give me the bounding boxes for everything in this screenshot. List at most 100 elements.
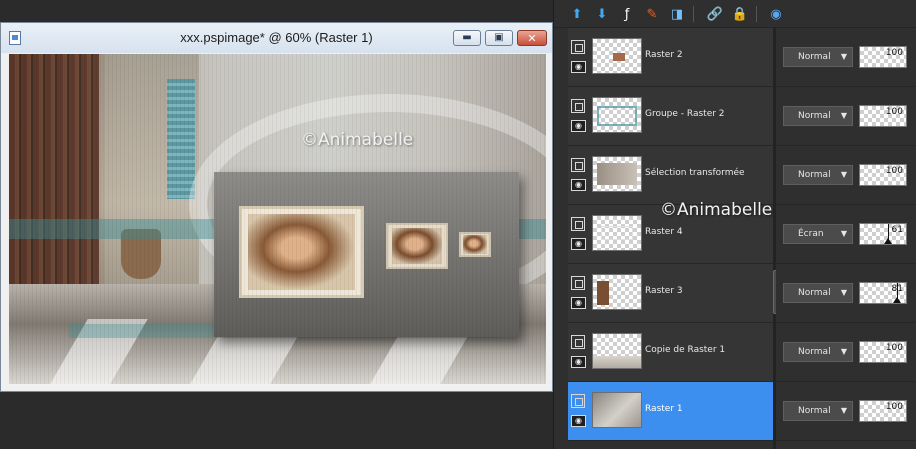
- brush-eraser-icon: ✎: [646, 6, 658, 22]
- layer-thumbnail: [592, 97, 642, 133]
- layer-name: Groupe - Raster 2: [645, 109, 725, 119]
- layer-list: ◉ Raster 2 ◉ Groupe - Raster 2 ◉ Sélection tr…: [568, 28, 774, 449]
- opacity-value: 100: [885, 166, 903, 176]
- toolbar-tool-5[interactable]: 🔗: [706, 5, 724, 23]
- layer-row[interactable]: ◉ Groupe - Raster 2: [568, 87, 774, 146]
- layers-toolbar: ⬆ ⬇ ƒ ✎ ◨ 🔗 🔒 ◉: [554, 0, 916, 28]
- layer-type-icon[interactable]: [571, 217, 585, 231]
- blend-mode-dropdown[interactable]: Écran ▼: [783, 224, 853, 244]
- eye-icon[interactable]: ◉: [571, 356, 586, 368]
- layer-row[interactable]: ◉ Raster 2: [568, 28, 774, 87]
- toolbar-tool-2[interactable]: ƒ: [618, 5, 636, 23]
- maximize-icon: ▣: [494, 32, 504, 43]
- workspace-background: [0, 392, 553, 449]
- screen: xxx.pspimage* @ 60% (Raster 1) ▬ ▣ ✕ ©An…: [0, 0, 916, 449]
- thumb-mark: [597, 106, 637, 126]
- layer-name: Raster 1: [645, 404, 683, 414]
- layer-thumbnail: [592, 38, 642, 74]
- chevron-down-icon: ▼: [840, 288, 847, 297]
- opacity-value: 81: [891, 284, 903, 294]
- toolbar-separator: [756, 6, 757, 22]
- layer-properties-row: Normal ▼ 100: [776, 87, 916, 146]
- blend-mode-label: Normal: [798, 111, 831, 121]
- blend-mode-label: Normal: [798, 170, 831, 180]
- layer-row[interactable]: ◉ Copie de Raster 1: [568, 323, 774, 382]
- eye-icon[interactable]: ◉: [571, 179, 586, 191]
- thumb-mark: [593, 356, 641, 368]
- opacity-value: 100: [885, 107, 903, 117]
- image-canvas[interactable]: ©Animabelle: [9, 54, 546, 384]
- layer-properties-column: Normal ▼ 100 Normal ▼ 100 Normal ▼ 100 Écran ▼ 61 No…: [776, 28, 916, 449]
- eye-icon[interactable]: ◉: [571, 120, 586, 132]
- opacity-slider[interactable]: 61: [859, 223, 907, 245]
- blend-mode-dropdown[interactable]: Normal ▼: [783, 342, 853, 362]
- layer-type-icon[interactable]: [571, 40, 585, 54]
- chevron-down-icon: ▼: [840, 111, 847, 120]
- thumb-mark: [597, 163, 637, 185]
- layer-type-icon[interactable]: [571, 99, 585, 113]
- layer-type-icon[interactable]: [571, 276, 585, 290]
- link-icon: 🔗: [706, 6, 724, 22]
- layer-name: Sélection transformée: [645, 168, 745, 178]
- toolbar-tool-4[interactable]: ◨: [668, 5, 686, 23]
- opacity-value: 61: [891, 225, 903, 235]
- close-button[interactable]: ✕: [517, 30, 547, 46]
- blend-mode-dropdown[interactable]: Normal ▼: [783, 165, 853, 185]
- eye-icon[interactable]: ◉: [571, 415, 586, 427]
- toolbar-tool-1[interactable]: ⬇: [593, 5, 611, 23]
- layer-type-icon[interactable]: [571, 394, 585, 408]
- opacity-slider[interactable]: 100: [859, 164, 907, 186]
- layer-thumbnail: [592, 215, 642, 251]
- eye-icon[interactable]: ◉: [571, 61, 586, 73]
- minimize-button[interactable]: ▬: [453, 30, 481, 46]
- toolbar-tool-6[interactable]: 🔒: [731, 5, 749, 23]
- blend-mode-dropdown[interactable]: Normal ▼: [783, 283, 853, 303]
- toolbar-tool-3[interactable]: ✎: [643, 5, 661, 23]
- blend-mode-label: Normal: [798, 52, 831, 62]
- opacity-value: 100: [885, 48, 903, 58]
- layer-properties-row: Normal ▼ 100: [776, 28, 916, 87]
- opacity-slider[interactable]: 100: [859, 400, 907, 422]
- blend-mode-dropdown[interactable]: Normal ▼: [783, 106, 853, 126]
- opacity-slider[interactable]: 100: [859, 341, 907, 363]
- layer-name: Raster 4: [645, 227, 683, 237]
- chevron-down-icon: ▼: [840, 406, 847, 415]
- toolbar-tool-7[interactable]: ◉: [767, 5, 785, 23]
- chevron-down-icon: ▼: [840, 347, 847, 356]
- opacity-value: 100: [885, 343, 903, 353]
- opacity-value: 100: [885, 402, 903, 412]
- lock-icon: 🔒: [731, 6, 749, 22]
- window-titlebar[interactable]: xxx.pspimage* @ 60% (Raster 1) ▬ ▣ ✕: [1, 23, 552, 53]
- maximize-button[interactable]: ▣: [485, 30, 513, 46]
- layer-row[interactable]: ◉ Sélection transformée: [568, 146, 774, 205]
- canvas-stripe-overlay: [9, 54, 546, 384]
- layer-properties-row: Normal ▼ 100: [776, 382, 916, 441]
- panel-watermark: ©Animabelle: [660, 200, 773, 220]
- layer-type-icon[interactable]: [571, 158, 585, 172]
- layer-name: Raster 2: [645, 50, 683, 60]
- opacity-slider[interactable]: 100: [859, 105, 907, 127]
- layers-panel: ⬆ ⬇ ƒ ✎ ◨ 🔗 🔒 ◉ ◉ Raster 2 ◉ Groupe - Raste…: [553, 0, 916, 449]
- layer-name: Raster 3: [645, 286, 683, 296]
- opacity-slider[interactable]: 100: [859, 46, 907, 68]
- fx-icon: ƒ: [624, 6, 630, 22]
- layer-row[interactable]: ◉ Raster 3: [568, 264, 774, 323]
- close-icon: ✕: [527, 31, 537, 45]
- layer-thumbnail: [592, 274, 642, 310]
- opacity-slider[interactable]: 81: [859, 282, 907, 304]
- eye-icon[interactable]: ◉: [571, 297, 586, 309]
- opacity-slider-tick: [884, 238, 892, 244]
- blend-mode-label: Normal: [798, 406, 831, 416]
- toolbar-tool-0[interactable]: ⬆: [568, 5, 586, 23]
- blend-mode-dropdown[interactable]: Normal ▼: [783, 401, 853, 421]
- layer-row[interactable]: ◉ Raster 1: [568, 382, 774, 441]
- layer-type-icon[interactable]: [571, 335, 585, 349]
- blend-mode-label: Normal: [798, 288, 831, 298]
- layer-properties-row: Normal ▼ 100: [776, 323, 916, 382]
- blend-mode-dropdown[interactable]: Normal ▼: [783, 47, 853, 67]
- thumb-mark: [593, 393, 641, 427]
- image-window: xxx.pspimage* @ 60% (Raster 1) ▬ ▣ ✕ ©An…: [0, 22, 553, 392]
- chevron-down-icon: ▼: [840, 170, 847, 179]
- eye-icon[interactable]: ◉: [571, 238, 586, 250]
- chevron-down-icon: ▼: [840, 52, 847, 61]
